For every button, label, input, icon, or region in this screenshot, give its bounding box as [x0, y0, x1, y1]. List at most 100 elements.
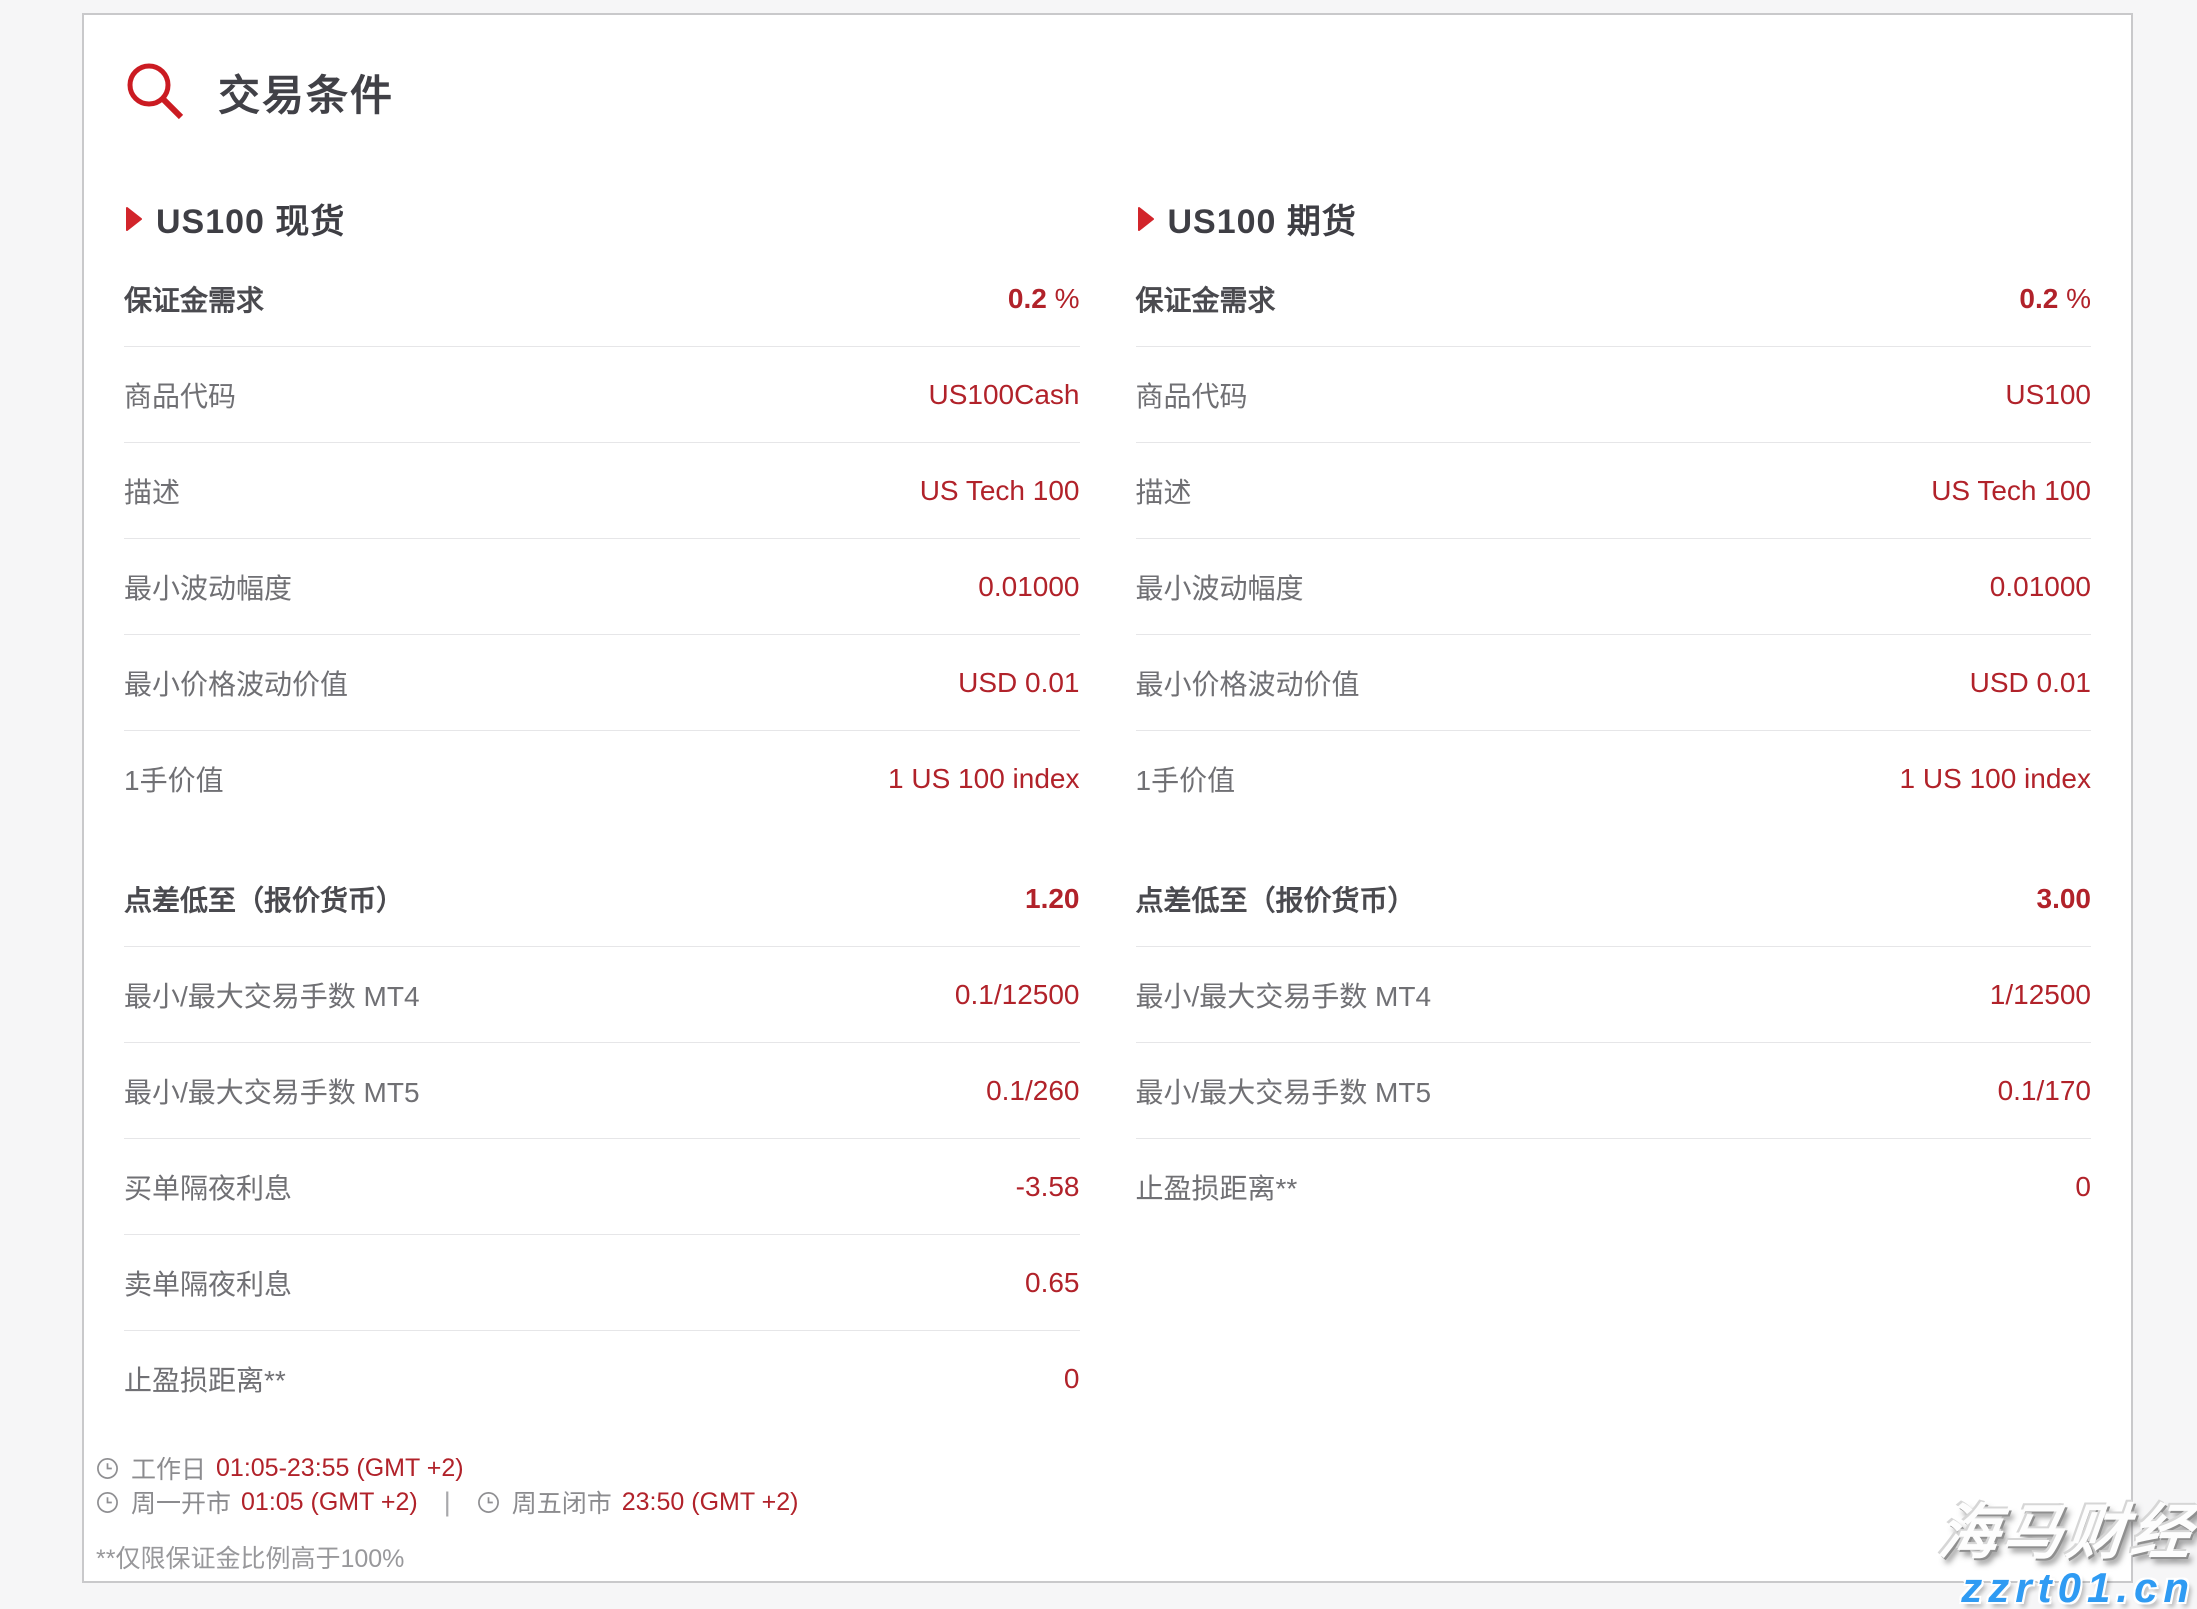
row-value: 3.00	[2037, 883, 2092, 915]
trading-conditions-columns: US100 现货 保证金需求 0.2 % 商品代码 US100Cash 描述 U…	[124, 130, 2091, 1426]
row-value: US100	[2005, 379, 2091, 411]
monday-open-time: 01:05 (GMT +2)	[241, 1488, 418, 1517]
table-row: 卖单隔夜利息 0.65	[124, 1235, 1080, 1331]
row-value-suffix: %	[2058, 283, 2091, 314]
row-group: 点差低至（报价货币） 3.00 最小/最大交易手数 MT4 1/12500 最小…	[1136, 851, 2092, 1234]
row-label: 最小/最大交易手数 MT4	[124, 975, 420, 1015]
row-value-main: US100Cash	[929, 379, 1080, 410]
row-label: 最小价格波动价值	[1136, 663, 1360, 703]
monday-open-label: 周一开市	[131, 1484, 231, 1520]
instrument-title-text: US100 现货	[156, 194, 345, 243]
row-label: 止盈损距离**	[124, 1359, 286, 1399]
page-title: 交易条件	[218, 62, 394, 123]
table-row: 最小价格波动价值 USD 0.01	[1136, 635, 2092, 731]
row-label: 描述	[1136, 471, 1192, 511]
table-row: 描述 US Tech 100	[1136, 443, 2092, 539]
table-row: 买单隔夜利息 -3.58	[124, 1139, 1080, 1235]
friday-close-time: 23:50 (GMT +2)	[622, 1488, 799, 1517]
row-groups: 保证金需求 0.2 % 商品代码 US100Cash 描述 US Tech 10…	[124, 251, 1080, 1426]
clock-icon	[96, 1491, 119, 1514]
table-row: 最小价格波动价值 USD 0.01	[124, 635, 1080, 731]
row-label: 商品代码	[124, 375, 236, 415]
table-row: 最小/最大交易手数 MT5 0.1/260	[124, 1043, 1080, 1139]
watermark-url: zzrt01.cn	[1939, 1567, 2195, 1609]
row-value-main: 1.20	[1025, 883, 1080, 914]
row-value-main: 0.65	[1025, 1267, 1080, 1298]
table-row: 最小/最大交易手数 MT4 1/12500	[1136, 947, 2092, 1043]
row-value: 1.20	[1025, 883, 1080, 915]
table-row: 1手价值 1 US 100 index	[1136, 731, 2092, 826]
row-label: 最小/最大交易手数 MT5	[124, 1071, 420, 1111]
row-value-main: 0.01000	[1990, 571, 2091, 602]
row-value-main: 0	[2075, 1171, 2091, 1202]
row-value-main: 1 US 100 index	[888, 763, 1079, 794]
row-label: 最小波动幅度	[124, 567, 292, 607]
row-label: 最小/最大交易手数 MT5	[1136, 1071, 1432, 1111]
row-value-main: 0.1/260	[986, 1075, 1079, 1106]
row-value-main: US100	[2005, 379, 2091, 410]
row-label: 最小波动幅度	[1136, 567, 1304, 607]
card-content: 交易条件 US100 现货 保证金需求 0.2 % 商品代码 US100Cash…	[84, 15, 2131, 1575]
monday-open-segment: 周一开市 01:05 (GMT +2)	[96, 1484, 418, 1520]
row-label: 卖单隔夜利息	[124, 1263, 292, 1303]
row-value: -3.58	[1016, 1171, 1080, 1203]
friday-close-segment: 周五闭市 23:50 (GMT +2)	[477, 1484, 799, 1520]
table-row: 止盈损距离** 0	[124, 1331, 1080, 1426]
table-row: 1手价值 1 US 100 index	[124, 731, 1080, 826]
row-value: 0.1/12500	[955, 979, 1080, 1011]
row-label: 商品代码	[1136, 375, 1248, 415]
row-label: 止盈损距离**	[1136, 1167, 1298, 1207]
open-close-hours-line: 周一开市 01:05 (GMT +2) | 周五闭市 23:50 (GMT +2…	[96, 1485, 2091, 1519]
table-row: 最小/最大交易手数 MT4 0.1/12500	[124, 947, 1080, 1043]
row-value: 0.1/260	[986, 1075, 1079, 1107]
row-value: 1 US 100 index	[1900, 763, 2091, 795]
row-value-main: US Tech 100	[1931, 475, 2091, 506]
row-value-main: -3.58	[1016, 1171, 1080, 1202]
row-value-main: 0.01000	[978, 571, 1079, 602]
instrument-title: US100 期货	[1136, 194, 2092, 243]
instrument-title-text: US100 期货	[1168, 194, 1357, 243]
row-group: 保证金需求 0.2 % 商品代码 US100 描述 US Tech 100 最小…	[1136, 251, 2092, 826]
row-value-main: USD 0.01	[958, 667, 1079, 698]
triangle-bullet-icon	[1136, 206, 1156, 232]
table-row: 保证金需求 0.2 %	[1136, 251, 2092, 347]
row-value-main: 0.1/12500	[955, 979, 1080, 1010]
table-row: 点差低至（报价货币） 3.00	[1136, 851, 2092, 947]
site-watermark: 海马财经 zzrt01.cn	[1939, 1503, 2195, 1609]
table-row: 止盈损距离** 0	[1136, 1139, 2092, 1234]
row-value: 0.2 %	[2019, 283, 2091, 315]
row-value: USD 0.01	[1970, 667, 2091, 699]
row-value-suffix: %	[1047, 283, 1080, 314]
row-value: 0.01000	[978, 571, 1079, 603]
trading-hours-footer: 工作日 01:05-23:55 (GMT +2) 周一开市 01:05 (GMT…	[96, 1451, 2091, 1575]
weekday-label: 工作日	[131, 1450, 206, 1486]
margin-footnote: **仅限保证金比例高于100%	[96, 1539, 2091, 1575]
table-row: 最小波动幅度 0.01000	[1136, 539, 2092, 635]
table-row: 最小波动幅度 0.01000	[124, 539, 1080, 635]
row-label: 保证金需求	[1136, 279, 1276, 319]
row-value: 0	[2075, 1171, 2091, 1203]
row-value: US Tech 100	[1931, 475, 2091, 507]
trading-conditions-card: 交易条件 US100 现货 保证金需求 0.2 % 商品代码 US100Cash…	[82, 13, 2133, 1583]
row-label: 1手价值	[1136, 759, 1236, 799]
row-group: 保证金需求 0.2 % 商品代码 US100Cash 描述 US Tech 10…	[124, 251, 1080, 826]
table-row: 描述 US Tech 100	[124, 443, 1080, 539]
row-value-main: 0.1/170	[1998, 1075, 2091, 1106]
row-value-main: 3.00	[2037, 883, 2092, 914]
weekday-hours-line: 工作日 01:05-23:55 (GMT +2)	[96, 1451, 2091, 1485]
row-value: 0.2 %	[1008, 283, 1080, 315]
instrument-title: US100 现货	[124, 194, 1080, 243]
table-row: 点差低至（报价货币） 1.20	[124, 851, 1080, 947]
row-value-main: 1/12500	[1990, 979, 2091, 1010]
weekday-time: 01:05-23:55 (GMT +2)	[216, 1454, 464, 1483]
row-value: US100Cash	[929, 379, 1080, 411]
row-value-main: 0	[1064, 1363, 1080, 1394]
row-label: 1手价值	[124, 759, 224, 799]
watermark-brand: 海马财经	[1936, 1503, 2197, 1563]
row-label: 描述	[124, 471, 180, 511]
row-value: USD 0.01	[958, 667, 1079, 699]
instrument-column: US100 现货 保证金需求 0.2 % 商品代码 US100Cash 描述 U…	[124, 130, 1080, 1426]
row-value: 1 US 100 index	[888, 763, 1079, 795]
magnifier-icon	[124, 60, 188, 124]
row-value: 0.65	[1025, 1267, 1080, 1299]
